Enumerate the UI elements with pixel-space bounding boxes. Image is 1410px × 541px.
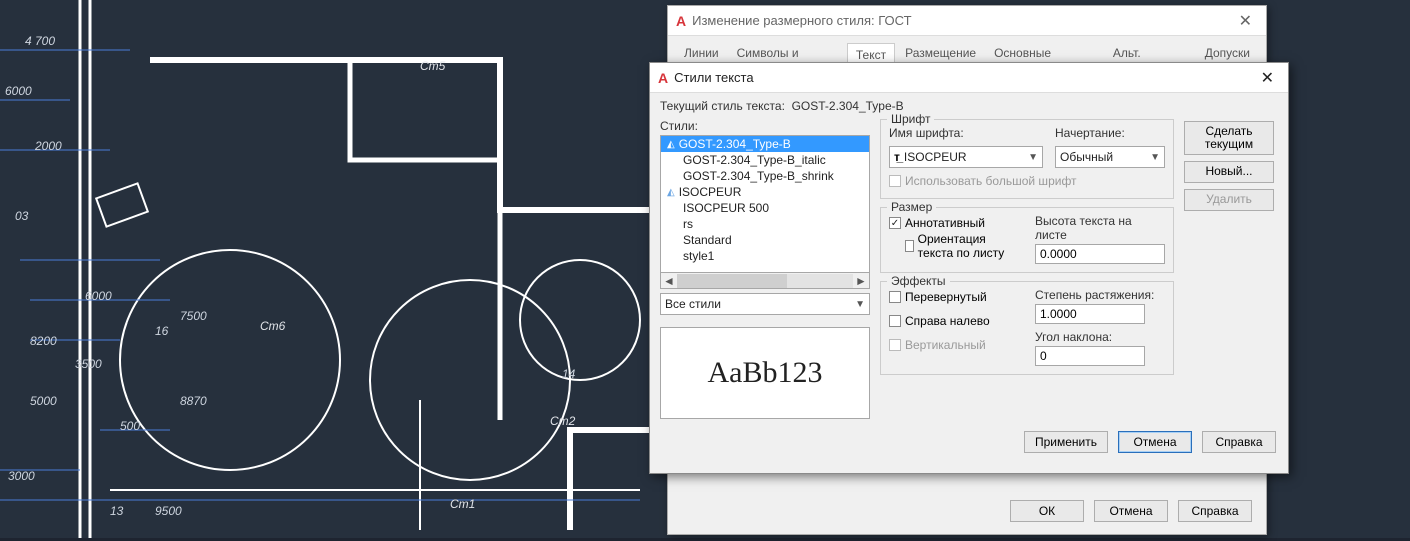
upside-down-checkbox[interactable]: Перевернутый (889, 290, 1023, 304)
font-name-label: Имя шрифта: (889, 126, 1043, 140)
truetype-icon: ᴛ̲ (894, 150, 900, 164)
oblique-angle-label: Угол наклона: (1035, 330, 1165, 344)
styles-list[interactable]: ◭GOST-2.304_Type-B GOST-2.304_Type-B_ita… (660, 135, 870, 273)
scroll-left-icon[interactable]: ◄ (661, 274, 677, 288)
dim-text: 3500 (75, 357, 102, 371)
width-factor-input[interactable] (1035, 304, 1145, 324)
dim-text: 7500 (180, 309, 207, 323)
list-item[interactable]: Standard (661, 232, 869, 248)
list-item[interactable]: ◭GOST-2.304_Type-B (661, 136, 869, 152)
width-factor-label: Степень растяжения: (1035, 288, 1165, 302)
dim-text: 14 (562, 367, 576, 381)
font-style-combo[interactable]: Обычный ▼ (1055, 146, 1165, 168)
apply-button[interactable]: Применить (1024, 431, 1108, 453)
dim-text: 6000 (85, 289, 112, 303)
text-style-dialog: A Стили текста ✕ Текущий стиль текста: G… (649, 62, 1289, 474)
dialog-title: Стили текста (674, 70, 1254, 85)
station-label: Ст1 (450, 497, 475, 511)
cancel-button[interactable]: Отмена (1094, 500, 1168, 522)
big-font-checkbox: Использовать большой шрифт (889, 174, 1165, 188)
group-legend: Размер (887, 200, 936, 214)
list-item[interactable]: ◭ISOCPEUR (661, 184, 869, 200)
new-button[interactable]: Новый... (1184, 161, 1274, 183)
dim-text: 500 (120, 419, 140, 433)
list-item[interactable]: style1 (661, 248, 869, 264)
cancel-button[interactable]: Отмена (1118, 431, 1192, 453)
app-icon: A (676, 13, 686, 29)
station-label: Ст2 (550, 414, 576, 428)
annotative-icon: ◭ (667, 187, 675, 198)
list-item[interactable]: rs (661, 216, 869, 232)
dim-text: 4 700 (25, 34, 55, 48)
dim-text: 3000 (8, 469, 35, 483)
dialog-titlebar[interactable]: A Изменение размерного стиля: ГОСТ ✕ (668, 6, 1266, 36)
backwards-checkbox[interactable]: Справа налево (889, 314, 1023, 328)
font-preview: AaBb123 (660, 327, 870, 419)
list-item[interactable]: ISOCPEUR 500 (661, 200, 869, 216)
font-name-combo[interactable]: ᴛ̲ ISOCPEUR ▼ (889, 146, 1043, 168)
dialog-title: Изменение размерного стиля: ГОСТ (692, 13, 1232, 28)
size-group: Размер ✓Аннотативный Ориентация текста п… (880, 207, 1174, 273)
list-item[interactable]: GOST-2.304_Type-B_italic (661, 152, 869, 168)
dim-text: 5000 (30, 394, 57, 408)
station-label: Ст6 (260, 319, 286, 333)
scroll-thumb[interactable] (677, 274, 787, 288)
paper-height-input[interactable] (1035, 244, 1165, 264)
font-style-label: Начертание: (1055, 126, 1165, 140)
horizontal-scrollbar[interactable]: ◄ ► (660, 273, 870, 289)
chevron-down-icon: ▼ (1150, 152, 1160, 163)
dim-text: 8200 (30, 334, 57, 348)
annotative-icon: ◭ (667, 139, 675, 150)
chevron-down-icon: ▼ (1028, 152, 1038, 163)
current-style-line: Текущий стиль текста: GOST-2.304_Type-B (650, 93, 1288, 115)
group-legend: Эффекты (887, 274, 950, 288)
station-label: Ст5 (420, 59, 446, 73)
font-group: Шрифт Имя шрифта: ᴛ̲ ISOCPEUR ▼ Начертан… (880, 119, 1174, 199)
set-current-button[interactable]: Сделать текущим (1184, 121, 1274, 155)
dialog-titlebar[interactable]: A Стили текста ✕ (650, 63, 1288, 93)
oblique-angle-input[interactable] (1035, 346, 1145, 366)
current-style-value: GOST-2.304_Type-B (792, 99, 904, 113)
dim-text: 03 (15, 209, 29, 223)
annotative-checkbox[interactable]: ✓Аннотативный (889, 216, 1023, 230)
close-icon[interactable]: ✕ (1233, 11, 1258, 31)
dim-text: 6000 (5, 84, 32, 98)
dim-text: 9500 (155, 504, 182, 518)
style-filter-combo[interactable]: Все стили ▼ (660, 293, 870, 315)
paper-height-label: Высота текста на листе (1035, 214, 1165, 242)
styles-label: Стили: (660, 119, 870, 133)
match-orient-checkbox[interactable]: Ориентация текста по листу (905, 232, 1023, 260)
effects-group: Эффекты Перевернутый Справа налево Верти… (880, 281, 1174, 375)
app-icon: A (658, 70, 668, 86)
dim-text: 16 (155, 324, 169, 338)
chevron-down-icon: ▼ (855, 299, 865, 310)
scroll-right-icon[interactable]: ► (853, 274, 869, 288)
dim-text: 13 (110, 504, 124, 518)
vertical-checkbox: Вертикальный (889, 338, 1023, 352)
close-icon[interactable]: ✕ (1255, 68, 1280, 88)
dim-text: 2000 (34, 139, 62, 153)
delete-button: Удалить (1184, 189, 1274, 211)
group-legend: Шрифт (887, 112, 934, 126)
ok-button[interactable]: ОК (1010, 500, 1084, 522)
help-button[interactable]: Справка (1202, 431, 1276, 453)
dim-text: 8870 (180, 394, 207, 408)
current-style-label: Текущий стиль текста: (660, 99, 785, 113)
list-item[interactable]: GOST-2.304_Type-B_shrink (661, 168, 869, 184)
help-button[interactable]: Справка (1178, 500, 1252, 522)
